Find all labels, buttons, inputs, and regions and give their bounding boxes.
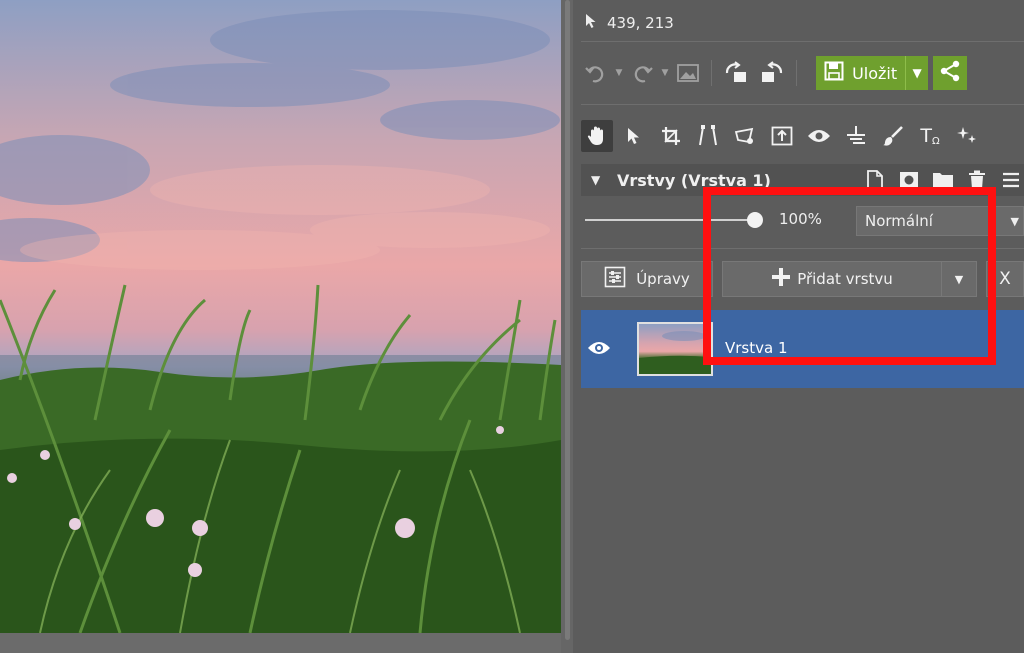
rotate-left-icon[interactable] <box>722 58 752 88</box>
perspective-icon[interactable] <box>692 120 724 152</box>
undo-dropdown-icon[interactable]: ▼ <box>613 58 625 88</box>
close-label: X <box>999 269 1011 289</box>
adjustments-icon <box>604 266 626 292</box>
menu-icon[interactable] <box>998 167 1024 193</box>
crop-icon[interactable] <box>655 120 687 152</box>
canvas-vertical-scroll-thumb[interactable] <box>565 0 570 640</box>
adjustments-button[interactable]: Úpravy <box>581 261 713 297</box>
brush-icon[interactable] <box>877 120 909 152</box>
image-icon[interactable] <box>675 58 701 88</box>
collapse-caret-icon[interactable]: ▼ <box>591 173 605 187</box>
sunset-meadow-photo <box>0 10 561 633</box>
floppy-disk-icon <box>824 61 844 85</box>
redo-icon[interactable] <box>629 58 655 88</box>
hand-icon[interactable] <box>581 120 613 152</box>
toolbar-separator <box>711 60 712 86</box>
eye-icon[interactable] <box>803 120 835 152</box>
canvas-horizontal-scrollbar[interactable] <box>0 633 561 653</box>
chevron-down-icon: ▼ <box>1010 215 1019 228</box>
divider <box>581 41 1024 42</box>
adjustments-label: Úpravy <box>636 270 690 288</box>
coordinates-readout: 439, 213 <box>607 14 674 32</box>
share-button[interactable] <box>933 56 967 90</box>
tools-bar: TΩ <box>581 120 983 152</box>
divider <box>581 104 1024 105</box>
level-icon[interactable] <box>840 120 872 152</box>
rotate-right-icon[interactable] <box>756 58 786 88</box>
save-label: Uložit <box>852 63 898 83</box>
undo-icon[interactable] <box>583 58 609 88</box>
export-box-icon[interactable] <box>766 120 798 152</box>
transform-icon[interactable] <box>729 120 761 152</box>
cursor-coordinates: 439, 213 <box>585 12 674 34</box>
image-canvas[interactable] <box>0 0 561 633</box>
toolbar-separator <box>796 60 797 86</box>
save-button-group: Uložit ▼ <box>816 56 928 90</box>
text-icon[interactable]: TΩ <box>914 120 946 152</box>
share-icon <box>938 59 962 87</box>
save-button[interactable]: Uložit <box>816 56 905 90</box>
layer-visibility-eye-icon[interactable] <box>587 338 611 358</box>
toolbar: ▼ ▼ <box>583 56 803 90</box>
redo-dropdown-icon[interactable]: ▼ <box>659 58 671 88</box>
cursor-arrow-icon <box>585 13 597 33</box>
effects-icon[interactable] <box>951 120 983 152</box>
layer-thumbnail[interactable] <box>637 322 713 376</box>
save-dropdown-button[interactable]: ▼ <box>905 56 928 90</box>
annotation-highlight-box <box>703 187 996 365</box>
pointer-icon[interactable] <box>618 120 650 152</box>
